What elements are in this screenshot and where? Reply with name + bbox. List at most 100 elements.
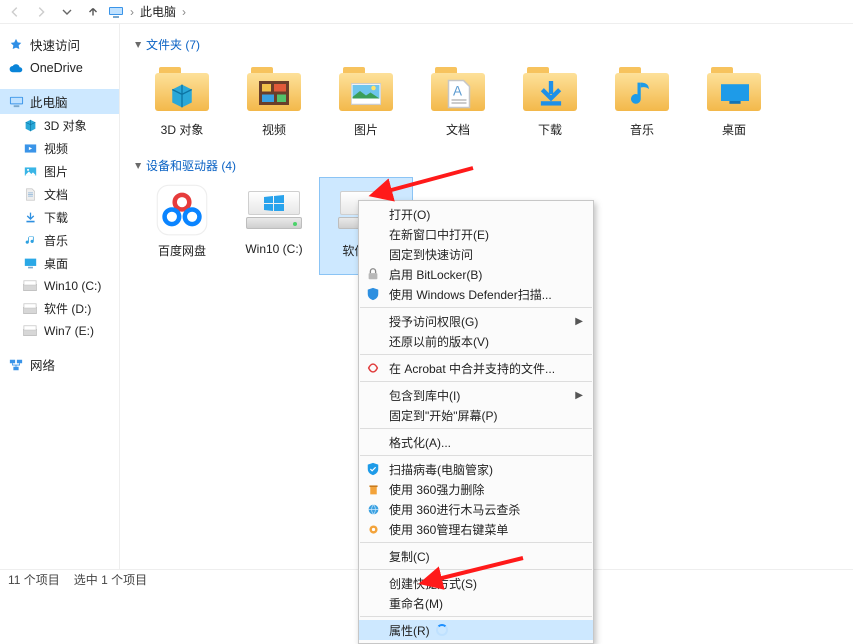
sidebar-item-label: 文档 <box>44 186 68 203</box>
menu-item-format[interactable]: 格式化(A)... <box>359 432 593 452</box>
sidebar-item-drive-c[interactable]: Win10 (C:) <box>0 275 119 297</box>
sidebar-item-drive-e[interactable]: Win7 (E:) <box>0 320 119 342</box>
download-icon <box>22 210 38 226</box>
folders-grid: 3D 对象 视频 图片 A 文档 <box>128 57 845 153</box>
folder-icon <box>243 61 305 117</box>
menu-item-grant-access[interactable]: 授予访问权限(G)▶ <box>359 311 593 331</box>
network-icon <box>8 357 24 373</box>
tile-label: 百度网盘 <box>158 238 206 259</box>
sidebar-item-pictures[interactable]: 图片 <box>0 160 119 183</box>
menu-item-pin-quick-access[interactable]: 固定到快速访问 <box>359 244 593 264</box>
sidebar-item-label: 3D 对象 <box>44 117 87 134</box>
tile-3d-objects[interactable]: 3D 对象 <box>136 57 228 153</box>
nav-back-button[interactable] <box>4 2 26 22</box>
menu-item-include-library[interactable]: 包含到库中(I)▶ <box>359 385 593 405</box>
tile-label: 视频 <box>262 117 286 138</box>
sidebar-item-label: 网络 <box>30 355 55 374</box>
globe-shield-icon <box>365 501 381 517</box>
menu-item-pin-start[interactable]: 固定到"开始"屏幕(P) <box>359 405 593 425</box>
folder-icon <box>151 61 213 117</box>
section-heading-folders[interactable]: ▸文件夹 (7) <box>128 32 845 57</box>
gear-icon <box>365 521 381 537</box>
folder-icon <box>703 61 765 117</box>
drive-icon <box>22 278 38 294</box>
tile-label: 下载 <box>538 117 562 138</box>
sidebar-item-label: 音乐 <box>44 232 68 249</box>
tile-pictures[interactable]: 图片 <box>320 57 412 153</box>
sidebar-item-music[interactable]: 音乐 <box>0 229 119 252</box>
tile-drive-c[interactable]: Win10 (C:) <box>228 178 320 274</box>
folder-icon <box>335 61 397 117</box>
tile-label: 3D 对象 <box>161 117 204 138</box>
tile-documents[interactable]: A 文档 <box>412 57 504 153</box>
menu-item-open[interactable]: 打开(O) <box>359 204 593 224</box>
sidebar-item-network[interactable]: 网络 <box>0 352 119 377</box>
tile-label: 桌面 <box>722 117 746 138</box>
menu-item-360-trojan-scan[interactable]: 使用 360进行木马云查杀 <box>359 499 593 519</box>
nav-recent-dropdown[interactable] <box>56 2 78 22</box>
cloud-icon <box>8 60 24 76</box>
tile-desktop[interactable]: 桌面 <box>688 57 780 153</box>
pictures-icon <box>22 164 38 180</box>
tile-music[interactable]: 音乐 <box>596 57 688 153</box>
sidebar-item-label: 图片 <box>44 163 68 180</box>
this-pc-icon <box>108 4 124 20</box>
tile-downloads[interactable]: 下载 <box>504 57 596 153</box>
sidebar-item-videos[interactable]: 视频 <box>0 137 119 160</box>
sidebar-item-label: 下载 <box>44 209 68 226</box>
sidebar-item-label: 视频 <box>44 140 68 157</box>
svg-text:A: A <box>453 84 462 99</box>
drive-icon <box>22 323 38 339</box>
chevron-down-icon: ▸ <box>132 42 146 48</box>
shield-check-icon <box>365 461 381 477</box>
star-icon <box>8 37 24 53</box>
tile-label: 图片 <box>354 117 378 138</box>
sidebar-item-desktop[interactable]: 桌面 <box>0 252 119 275</box>
tile-videos[interactable]: 视频 <box>228 57 320 153</box>
sidebar-item-label: 软件 (D:) <box>44 300 91 317</box>
sidebar-item-downloads[interactable]: 下载 <box>0 206 119 229</box>
menu-item-defender-scan[interactable]: 使用 Windows Defender扫描... <box>359 284 593 304</box>
sidebar-item-drive-d[interactable]: 软件 (D:) <box>0 297 119 320</box>
bitlocker-icon <box>365 266 381 282</box>
menu-item-qh-scan-virus[interactable]: 扫描病毒(电脑管家) <box>359 459 593 479</box>
menu-item-acrobat-combine[interactable]: 在 Acrobat 中合并支持的文件... <box>359 358 593 378</box>
baidu-netdisk-icon <box>151 182 213 238</box>
chevron-right-icon: ▶ <box>575 390 583 401</box>
folder-icon: A <box>427 61 489 117</box>
music-icon <box>22 233 38 249</box>
breadcrumb-separator-icon: › <box>128 5 136 19</box>
nav-up-button[interactable] <box>82 2 104 22</box>
menu-item-restore-previous[interactable]: 还原以前的版本(V) <box>359 331 593 351</box>
annotation-arrow <box>428 554 528 591</box>
cube-icon <box>22 118 38 134</box>
menu-item-open-new-window[interactable]: 在新窗口中打开(E) <box>359 224 593 244</box>
this-pc-icon <box>8 94 24 110</box>
tile-baidu-netdisk[interactable]: 百度网盘 <box>136 178 228 274</box>
desktop-icon <box>22 256 38 272</box>
menu-item-enable-bitlocker[interactable]: 启用 BitLocker(B) <box>359 264 593 284</box>
sidebar-item-label: Win10 (C:) <box>44 279 101 293</box>
sidebar-item-label: OneDrive <box>30 61 83 75</box>
chevron-right-icon: ▶ <box>575 316 583 327</box>
nav-forward-button[interactable] <box>30 2 52 22</box>
sidebar-item-documents[interactable]: 文档 <box>0 183 119 206</box>
menu-item-360-manage-context[interactable]: 使用 360管理右键菜单 <box>359 519 593 539</box>
sidebar-item-label: 桌面 <box>44 255 68 272</box>
shield-icon <box>365 286 381 302</box>
navigation-pane: 快速访问 OneDrive 此电脑 3D 对象 视频 图片 文档 <box>0 24 120 569</box>
menu-item-rename[interactable]: 重命名(M) <box>359 593 593 613</box>
document-icon <box>22 187 38 203</box>
menu-item-360-force-delete[interactable]: 使用 360强力删除 <box>359 479 593 499</box>
loading-spinner-icon <box>434 622 450 638</box>
tile-label: Win10 (C:) <box>245 238 302 256</box>
tile-label: 文档 <box>446 117 470 138</box>
sidebar-item-quick-access[interactable]: 快速访问 <box>0 32 119 57</box>
menu-item-properties[interactable]: 属性(R) <box>359 620 593 640</box>
sidebar-item-3d-objects[interactable]: 3D 对象 <box>0 114 119 137</box>
sidebar-item-this-pc[interactable]: 此电脑 <box>0 89 119 114</box>
video-icon <box>22 141 38 157</box>
sidebar-item-onedrive[interactable]: OneDrive <box>0 57 119 79</box>
section-heading-drives[interactable]: ▸设备和驱动器 (4) <box>128 153 845 178</box>
breadcrumb-location[interactable]: 此电脑 <box>140 3 176 20</box>
